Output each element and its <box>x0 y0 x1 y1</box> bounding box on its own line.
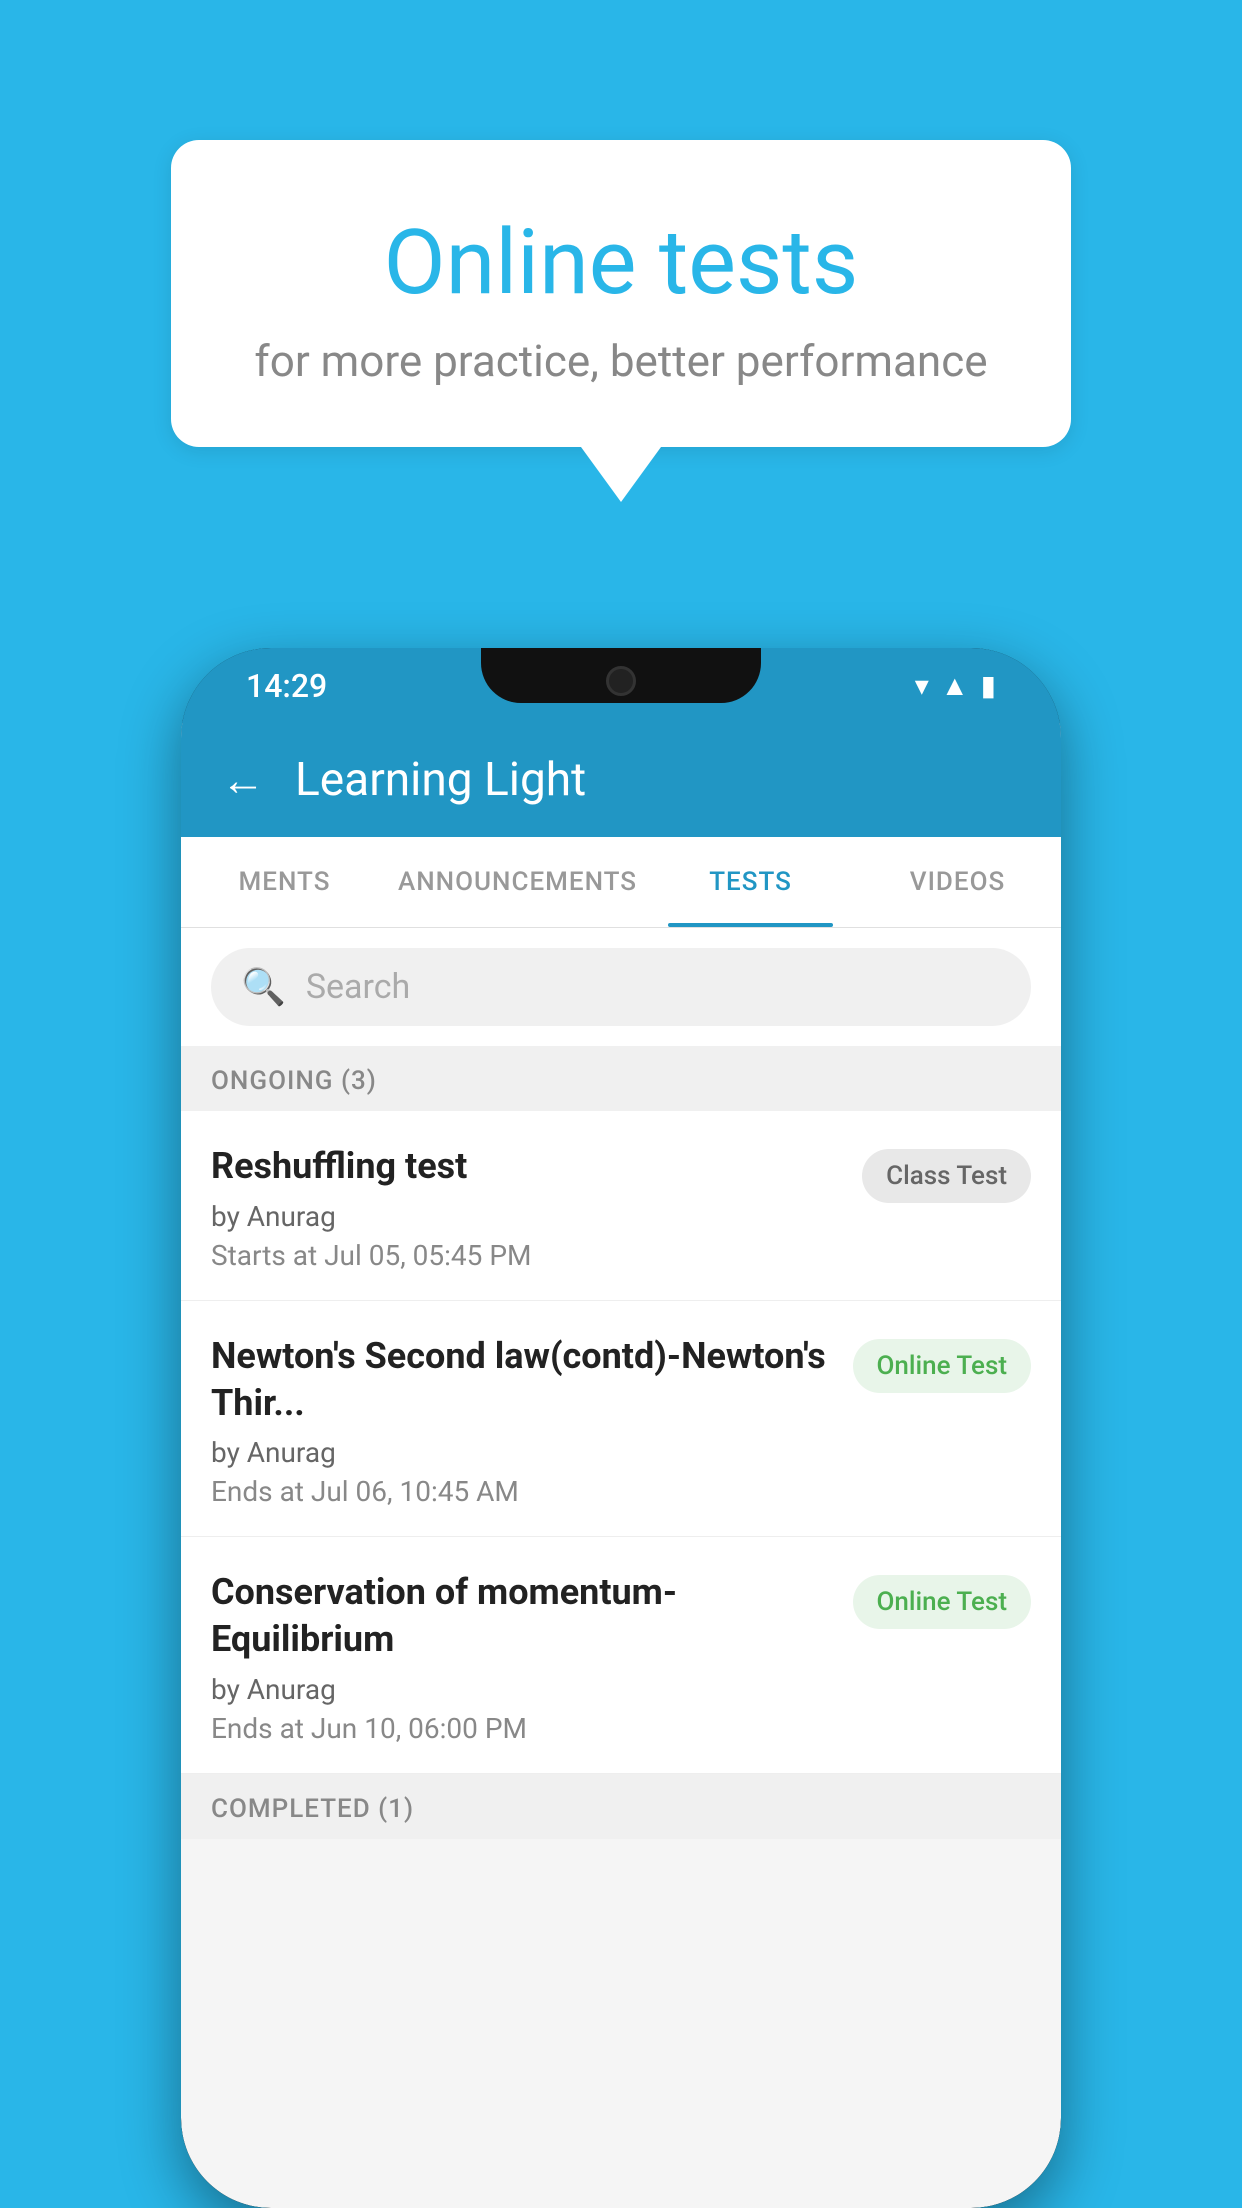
tabs-container: MENTS ANNOUNCEMENTS TESTS VIDEOS <box>181 837 1061 928</box>
back-button[interactable]: ← <box>221 754 265 806</box>
search-icon: 🔍 <box>241 966 286 1008</box>
speech-bubble: Online tests for more practice, better p… <box>171 140 1071 447</box>
completed-section-title: COMPLETED (1) <box>211 1794 414 1824</box>
tab-ments[interactable]: MENTS <box>181 837 388 927</box>
test-author-2: by Anurag <box>211 1436 833 1469</box>
tab-announcements[interactable]: ANNOUNCEMENTS <box>388 837 647 927</box>
phone-notch <box>481 648 761 703</box>
speech-bubble-subtitle: for more practice, better performance <box>251 335 991 387</box>
battery-icon: ▮ <box>981 669 996 702</box>
test-time-1: Starts at Jul 05, 05:45 PM <box>211 1239 842 1272</box>
search-container: 🔍 Search <box>181 928 1061 1046</box>
tab-videos[interactable]: VIDEOS <box>854 837 1061 927</box>
speech-bubble-title: Online tests <box>251 210 991 315</box>
signal-icon: ▲ <box>941 669 969 702</box>
test-info-2: Newton's Second law(contd)-Newton's Thir… <box>211 1333 853 1509</box>
test-name-1: Reshuffling test <box>211 1143 842 1190</box>
search-input[interactable]: Search <box>306 967 410 1007</box>
speech-bubble-container: Online tests for more practice, better p… <box>171 140 1071 447</box>
test-name-2: Newton's Second law(contd)-Newton's Thir… <box>211 1333 833 1427</box>
phone-camera <box>606 666 636 696</box>
test-item-2[interactable]: Newton's Second law(contd)-Newton's Thir… <box>181 1301 1061 1538</box>
status-icons: ▾ ▲ ▮ <box>915 669 996 702</box>
test-badge-1: Class Test <box>862 1149 1031 1203</box>
tab-tests[interactable]: TESTS <box>647 837 854 927</box>
test-time-3: Ends at Jun 10, 06:00 PM <box>211 1712 833 1745</box>
app-header: ← Learning Light <box>181 723 1061 837</box>
completed-section-header: COMPLETED (1) <box>181 1774 1061 1839</box>
test-time-2: Ends at Jul 06, 10:45 AM <box>211 1475 833 1508</box>
test-badge-3: Online Test <box>853 1575 1032 1629</box>
test-author-1: by Anurag <box>211 1200 842 1233</box>
wifi-icon: ▾ <box>915 669 929 702</box>
test-name-3: Conservation of momentum-Equilibrium <box>211 1569 833 1663</box>
test-badge-2: Online Test <box>853 1339 1032 1393</box>
test-info-1: Reshuffling test by Anurag Starts at Jul… <box>211 1143 862 1272</box>
status-time: 14:29 <box>246 667 327 705</box>
phone-frame: 14:29 ▾ ▲ ▮ ← Learning Light MENTS ANNOU… <box>181 648 1061 2208</box>
ongoing-section-title: ONGOING (3) <box>211 1066 377 1096</box>
test-author-3: by Anurag <box>211 1673 833 1706</box>
test-item-1[interactable]: Reshuffling test by Anurag Starts at Jul… <box>181 1111 1061 1301</box>
phone-mockup: 14:29 ▾ ▲ ▮ ← Learning Light MENTS ANNOU… <box>181 648 1061 2208</box>
test-info-3: Conservation of momentum-Equilibrium by … <box>211 1569 853 1745</box>
test-item-3[interactable]: Conservation of momentum-Equilibrium by … <box>181 1537 1061 1774</box>
app-title: Learning Light <box>295 753 586 807</box>
ongoing-section-header: ONGOING (3) <box>181 1046 1061 1111</box>
search-bar[interactable]: 🔍 Search <box>211 948 1031 1026</box>
app-content: ← Learning Light MENTS ANNOUNCEMENTS TES… <box>181 723 1061 2208</box>
